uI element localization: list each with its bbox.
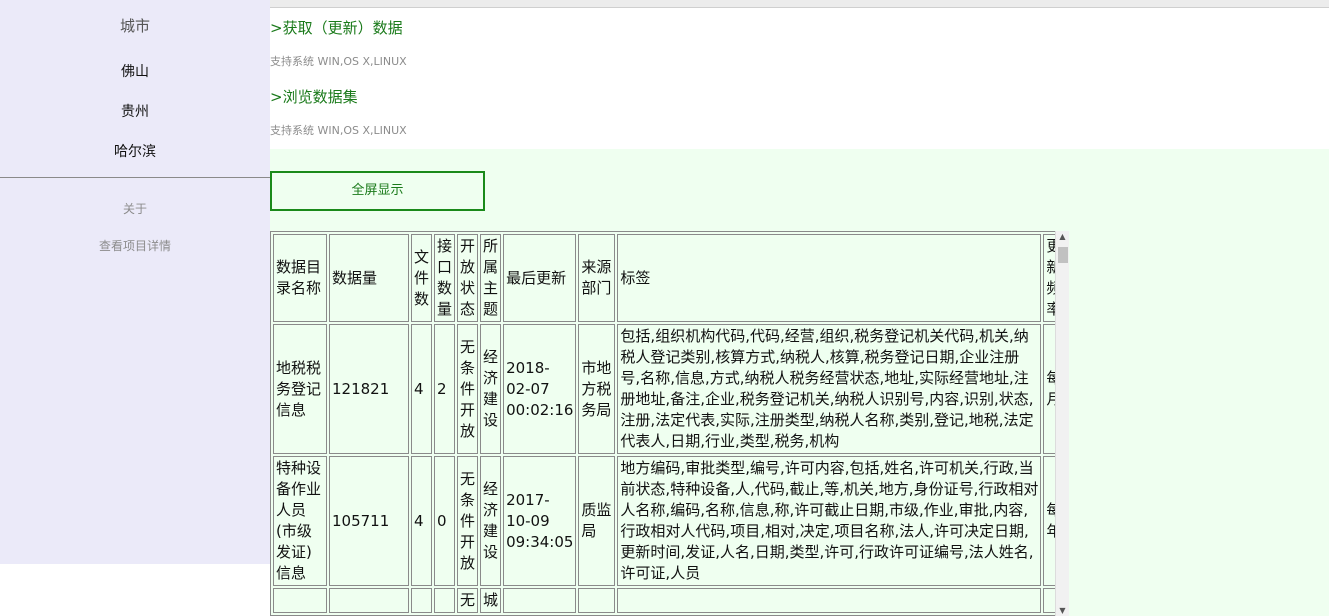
browse-datasets-support: 支持系统 WIN,OS X,LINUX: [270, 124, 407, 137]
cell-dept: [578, 588, 616, 613]
main-content: >获取（更新）数据 支持系统 WIN,OS X,LINUX >浏览数据集 支持系…: [270, 8, 1329, 616]
cell-updated: 2018-02-07 00:02:16: [503, 324, 577, 454]
cell-volume: 121821: [329, 324, 409, 454]
cell-files: 4: [411, 324, 433, 454]
cell-name: 特种设备作业人员(市级发证)信息: [273, 456, 327, 586]
cell-tags: [617, 588, 1042, 613]
cell-updated: [503, 588, 577, 613]
cell-theme: 城: [480, 588, 502, 613]
scroll-thumb[interactable]: [1058, 247, 1068, 263]
about-link[interactable]: 关于: [0, 200, 270, 217]
sidebar-title: 城市: [119, 17, 150, 35]
cell-theme: 经济建设: [480, 456, 502, 586]
cell-name: 地税税务登记信息: [273, 324, 327, 454]
col-header-status: 开放状态: [457, 234, 479, 322]
fetch-data-support: 支持系统 WIN,OS X,LINUX: [270, 55, 407, 68]
sidebar: 城市 佛山 贵州 哈尔滨 关于 查看项目详情: [0, 0, 270, 564]
city-guizhou[interactable]: 贵州: [0, 101, 270, 121]
cell-apis: 2: [434, 324, 456, 454]
cell-status: 无条件开放: [457, 324, 479, 454]
browse-datasets-link[interactable]: >浏览数据集: [270, 86, 358, 107]
col-header-name: 数据目录名称: [273, 234, 327, 322]
table-row: 特种设备作业人员(市级发证)信息 105711 4 0 无条件开放 经济建设 2…: [273, 456, 1065, 586]
sidebar-divider: [0, 177, 270, 178]
cell-volume: [329, 588, 409, 613]
cell-files: 4: [411, 456, 433, 586]
fetch-data-link[interactable]: >获取（更新）数据: [270, 17, 403, 38]
col-header-theme: 所属主题: [480, 234, 502, 322]
dataset-panel: 全屏显示 数据目录名称 数据量 文件数 接口数量 开放状态 所属主题 最后更新 …: [270, 149, 1329, 616]
cell-volume: 105711: [329, 456, 409, 586]
cell-theme: 经济建设: [480, 324, 502, 454]
cell-apis: [434, 588, 456, 613]
table-row: 地税税务登记信息 121821 4 2 无条件开放 经济建设 2018-02-0…: [273, 324, 1065, 454]
table-header-row: 数据目录名称 数据量 文件数 接口数量 开放状态 所属主题 最后更新 来源部门 …: [273, 234, 1065, 322]
cell-status: 无: [457, 588, 479, 613]
col-header-files: 文件数: [411, 234, 433, 322]
col-header-dept: 来源部门: [578, 234, 616, 322]
fullscreen-button[interactable]: 全屏显示: [270, 171, 485, 211]
table-scrollbar[interactable]: ▲ ▼: [1055, 231, 1069, 616]
scroll-down-arrow-icon[interactable]: ▼: [1056, 606, 1069, 615]
cell-dept: 市地方税务局: [578, 324, 616, 454]
col-header-volume: 数据量: [329, 234, 409, 322]
col-header-tags: 标签: [617, 234, 1042, 322]
cell-tags: 包括,组织机构代码,代码,经营,组织,税务登记机关代码,机关,纳税人登记类别,核…: [617, 324, 1042, 454]
col-header-apis: 接口数量: [434, 234, 456, 322]
cell-dept: 质监局: [578, 456, 616, 586]
scroll-up-arrow-icon[interactable]: ▲: [1056, 232, 1069, 241]
cell-name: [273, 588, 327, 613]
col-header-updated: 最后更新: [503, 234, 577, 322]
cell-files: [411, 588, 433, 613]
cell-tags: 地方编码,审批类型,编号,许可内容,包括,姓名,许可机关,行政,当前状态,特种设…: [617, 456, 1042, 586]
city-foshan[interactable]: 佛山: [0, 61, 270, 81]
cell-status: 无条件开放: [457, 456, 479, 586]
dataset-table: 数据目录名称 数据量 文件数 接口数量 开放状态 所属主题 最后更新 来源部门 …: [270, 231, 1068, 616]
cell-updated: 2017-10-09 09:34:05: [503, 456, 577, 586]
table-row: 无 城: [273, 588, 1065, 613]
cell-apis: 0: [434, 456, 456, 586]
city-harbin[interactable]: 哈尔滨: [0, 141, 270, 161]
project-details-link[interactable]: 查看项目详情: [0, 237, 270, 254]
dataset-table-scroll[interactable]: 数据目录名称 数据量 文件数 接口数量 开放状态 所属主题 最后更新 来源部门 …: [270, 231, 1070, 616]
